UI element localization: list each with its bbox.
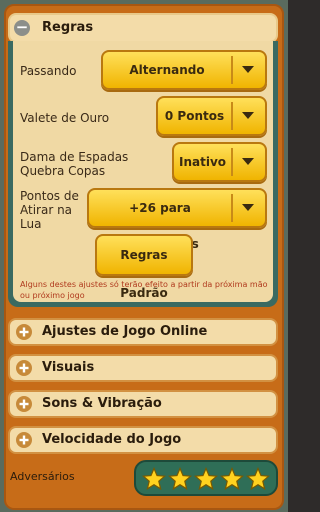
settings-note: Alguns destes ajustes só terão efeito a … <box>20 280 268 300</box>
dropdown-separator <box>231 56 233 84</box>
chevron-down-icon <box>242 204 254 211</box>
minus-icon: − <box>14 18 30 36</box>
passing-label: Passando <box>20 64 77 78</box>
opponent-rating[interactable] <box>134 460 278 496</box>
shoot-moon-label: Pontos de Atirar na Lua <box>20 189 79 231</box>
jack-of-diamonds-label: Valete de Ouro <box>20 111 110 125</box>
settings-screen: − Regras Passando Alternando Valete de O… <box>0 0 288 512</box>
default-rules-button[interactable]: Regras Padrão <box>95 234 193 300</box>
jack-of-diamonds-value: 0 Pontos <box>164 109 225 123</box>
chevron-down-icon <box>242 112 254 119</box>
star-icon[interactable] <box>246 467 270 491</box>
star-icon[interactable] <box>142 467 166 491</box>
dropdown-separator <box>231 194 233 222</box>
queen-of-spades-value: Inativo <box>178 155 227 169</box>
game-speed-title: Velocidade do Jogo <box>42 432 182 447</box>
plus-icon <box>16 432 32 448</box>
queen-of-spades-dropdown[interactable]: Inativo <box>172 142 267 182</box>
plus-icon <box>16 396 32 412</box>
shoot-moon-dropdown[interactable]: +26 para Perdedores <box>87 188 267 251</box>
passing-value: Alternando <box>129 63 205 77</box>
sound-vibration-title: Sons & Vibração <box>42 396 162 411</box>
star-icon[interactable] <box>220 467 244 491</box>
rules-section-header[interactable]: − Regras <box>8 13 278 43</box>
chevron-down-icon <box>242 158 254 165</box>
dropdown-separator <box>231 102 233 130</box>
online-settings-section[interactable]: Ajustes de Jogo Online <box>8 318 278 346</box>
shoot-moon-value: +26 para Perdedores <box>121 201 199 251</box>
plus-icon <box>16 360 32 376</box>
visuals-section[interactable]: Visuais <box>8 354 278 382</box>
rules-section-title: Regras <box>42 20 94 35</box>
star-icon[interactable] <box>168 467 192 491</box>
passing-dropdown[interactable]: Alternando <box>101 50 267 90</box>
chevron-down-icon <box>242 66 254 73</box>
online-settings-title: Ajustes de Jogo Online <box>42 324 208 339</box>
plus-icon <box>16 324 32 340</box>
opponents-label: Adversários <box>10 470 75 483</box>
visuals-title: Visuais <box>42 360 95 375</box>
sound-vibration-section[interactable]: Sons & Vibração <box>8 390 278 418</box>
jack-of-diamonds-dropdown[interactable]: 0 Pontos <box>156 96 267 136</box>
dropdown-separator <box>231 148 233 176</box>
game-speed-section[interactable]: Velocidade do Jogo <box>8 426 278 454</box>
star-icon[interactable] <box>194 467 218 491</box>
queen-of-spades-label: Dama de Espadas Quebra Copas <box>20 150 129 178</box>
